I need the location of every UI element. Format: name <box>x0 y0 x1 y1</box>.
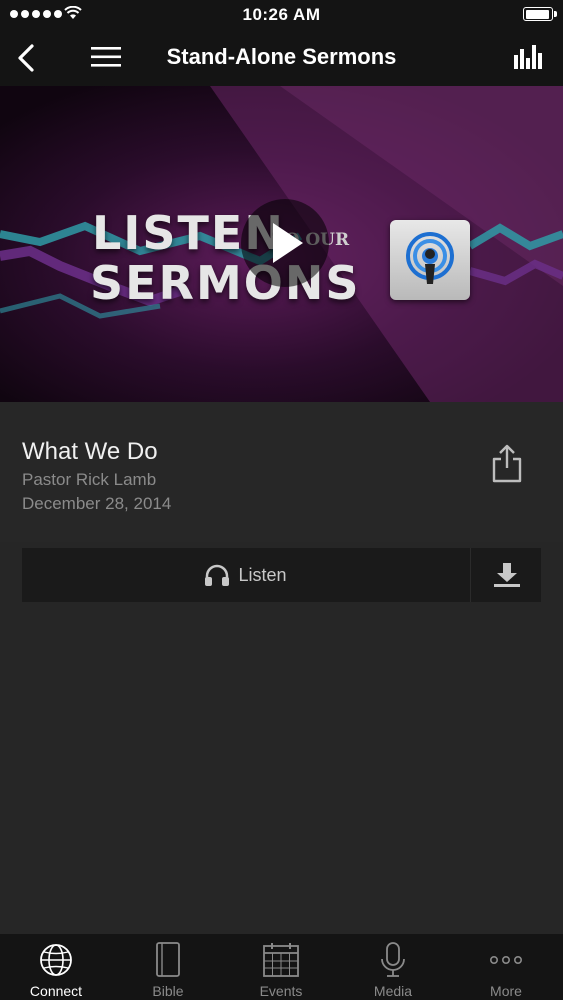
status-bar: 10:26 AM <box>0 0 563 30</box>
tab-label: More <box>490 983 522 999</box>
tab-label: Connect <box>29 983 83 999</box>
navigation-bar: Stand-Alone Sermons <box>0 30 563 86</box>
tab-label: Bible <box>152 983 184 999</box>
audio-levels-icon[interactable] <box>514 45 542 69</box>
status-time: 10:26 AM <box>242 5 321 24</box>
tab-more[interactable]: More <box>450 934 562 1000</box>
podcast-icon <box>390 220 470 300</box>
sermon-details: What We Do Pastor Rick Lamb December 28,… <box>0 402 563 542</box>
play-icon <box>273 223 303 263</box>
share-icon[interactable] <box>490 444 524 484</box>
calendar-icon <box>263 943 299 977</box>
listen-action-bar: Listen <box>22 548 541 602</box>
listen-label: Listen <box>238 564 287 585</box>
sermon-artwork[interactable]: LISTEN TO OUR SERMONS <box>0 86 563 402</box>
sermon-title: What We Do <box>22 438 158 465</box>
tab-bible[interactable]: Bible <box>112 934 224 1000</box>
back-chevron-icon[interactable] <box>16 44 36 72</box>
headphones-icon <box>205 564 230 586</box>
download-icon <box>493 563 520 587</box>
microphone-icon <box>381 942 405 977</box>
listen-button[interactable]: Listen <box>22 548 469 602</box>
tab-bar: Connect Bible Events Media More <box>0 934 563 1000</box>
sermon-speaker: Pastor Rick Lamb <box>22 470 157 489</box>
sermon-date: December 28, 2014 <box>22 494 172 513</box>
tab-label: Events <box>259 983 303 999</box>
download-button[interactable] <box>470 548 542 602</box>
tab-events[interactable]: Events <box>225 934 337 1000</box>
menu-icon[interactable] <box>91 47 121 67</box>
more-icon <box>490 956 522 965</box>
page-title: Stand-Alone Sermons <box>166 44 397 69</box>
play-button[interactable] <box>241 199 329 287</box>
globe-icon <box>40 944 72 976</box>
tab-media[interactable]: Media <box>337 934 449 1000</box>
book-icon <box>156 942 180 977</box>
battery-icon <box>523 7 557 21</box>
tab-label: Media <box>373 983 413 999</box>
tab-connect[interactable]: Connect <box>0 934 112 1000</box>
